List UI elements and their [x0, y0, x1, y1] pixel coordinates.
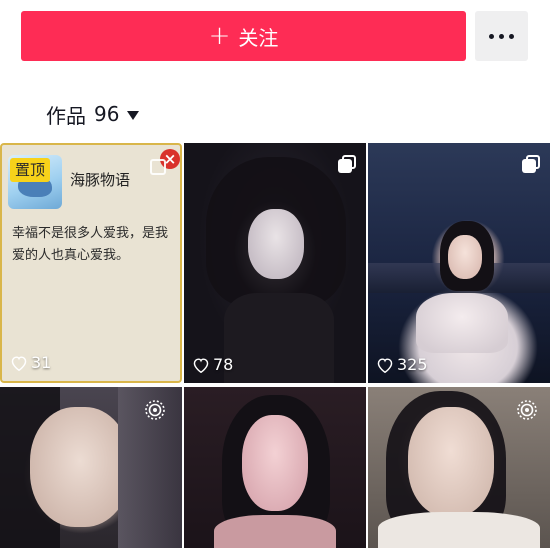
works-grid: 置顶 海豚物语 × 幸福不是很多人爱我，是我爱的人也真心爱我。 31 78 32… [0, 143, 550, 548]
works-count: 96 [94, 102, 120, 126]
caret-down-icon [127, 110, 140, 120]
plus-icon: + [208, 21, 231, 51]
collection-icon [338, 155, 356, 173]
video-tile[interactable] [368, 387, 550, 548]
like-count-value: 78 [213, 355, 234, 374]
pinned-post-tile[interactable]: 置顶 海豚物语 × 幸福不是很多人爱我，是我爱的人也真心爱我。 31 [0, 143, 182, 383]
pinned-badge: 置顶 [10, 158, 51, 182]
works-tab[interactable]: 作品 96 [46, 100, 140, 128]
like-count: 78 [192, 355, 233, 374]
more-dots-icon [489, 33, 514, 39]
like-count: 31 [10, 353, 51, 372]
live-photo-icon [517, 400, 537, 420]
collection-icon [150, 159, 166, 175]
heart-icon [193, 357, 209, 373]
heart-icon [377, 357, 393, 373]
video-tile[interactable]: 78 [184, 143, 366, 383]
like-count-value: 325 [397, 355, 428, 374]
app-name: 海豚物语 [70, 171, 131, 189]
like-count: 325 [376, 355, 428, 374]
post-text: 幸福不是很多人爱我，是我爱的人也真心爱我。 [12, 226, 169, 263]
video-tile[interactable]: 325 [368, 143, 550, 383]
works-tab-label: 作品 [46, 103, 86, 128]
follow-button[interactable]: + 关注 [21, 11, 466, 61]
collection-icon [522, 155, 540, 173]
live-photo-icon [145, 400, 165, 420]
follow-label: 关注 [238, 25, 279, 50]
video-tile[interactable] [184, 387, 366, 548]
like-count-value: 31 [31, 353, 52, 372]
more-options-button[interactable] [475, 11, 528, 61]
heart-icon [11, 355, 27, 371]
